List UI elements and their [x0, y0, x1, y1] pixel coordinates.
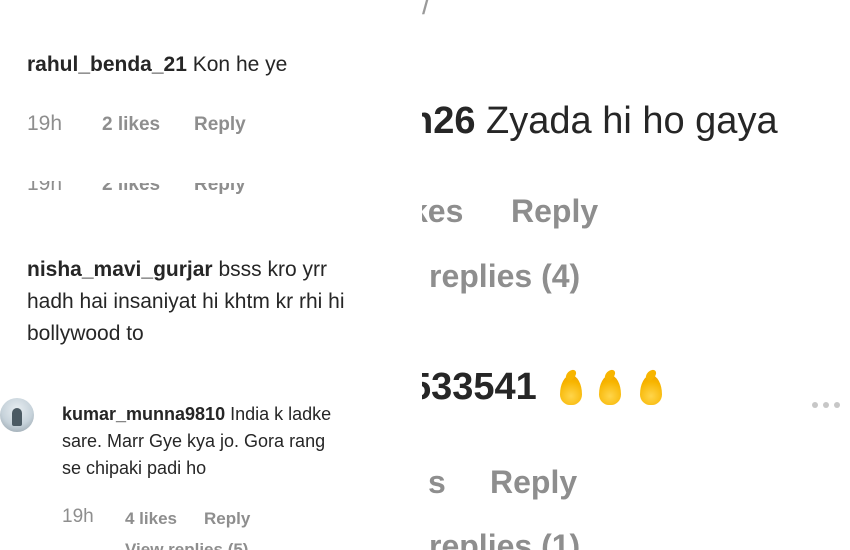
comment-kumar: kumar_munna9810 India k ladke sare. Marr…: [62, 401, 331, 482]
reply-button[interactable]: Reply: [204, 509, 250, 529]
slash-glyph: /: [422, 0, 431, 21]
comment-likes[interactable]: 4 likes: [125, 509, 177, 529]
comment-text-line1: bsss kro yrr: [218, 258, 327, 281]
cutoff-time: 19h: [27, 172, 63, 195]
fire-emoji-icon: [640, 375, 662, 405]
more-options-icon[interactable]: [812, 402, 840, 408]
comment-username[interactable]: nisha_mavi_gurjar: [27, 258, 213, 281]
comment-time: 19h: [27, 112, 63, 135]
comment-username-fragment[interactable]: 533541: [422, 366, 537, 408]
right-comments-panel: / n26 Zyada hi ho gaya kes Reply replies…: [422, 0, 850, 550]
view-replies-link[interactable]: replies (1): [429, 528, 580, 550]
comment-text-line2: hadh hai insaniyat hi khtm kr rhi hi: [27, 290, 345, 313]
avatar[interactable]: [0, 398, 34, 432]
reply-fragment: s: [428, 464, 446, 500]
comment-likes[interactable]: 2 likes: [102, 114, 160, 136]
view-replies-link[interactable]: replies (4): [429, 258, 580, 295]
cutoff-reply: Reply: [194, 174, 246, 195]
fire-emoji-icon: [599, 375, 621, 405]
comment-text: Zyada hi ho gaya: [486, 100, 778, 142]
reply-button[interactable]: Reply: [194, 114, 246, 136]
comment-rahul: rahul_benda_21 Kon he ye: [27, 53, 287, 77]
left-comments-panel: rahul_benda_21 Kon he ye 19h 2 likes Rep…: [0, 0, 422, 550]
comment-zyada: n26 Zyada hi ho gaya: [422, 100, 778, 143]
comment-text-line3: bollywood to: [27, 322, 144, 345]
comment-text: Kon he ye: [192, 53, 288, 76]
comment-text-line2: sare. Marr Gye kya jo. Gora rang: [62, 431, 326, 451]
comment-username[interactable]: kumar_munna9810: [62, 404, 225, 424]
comment-flames: 533541: [422, 366, 537, 409]
reply-button[interactable]: Reply: [490, 464, 577, 501]
comment-username-fragment[interactable]: n26: [422, 100, 475, 142]
reply-button[interactable]: Reply: [511, 193, 598, 230]
comment-nisha: nisha_mavi_gurjar bsss kro yrr hadh hai …: [27, 254, 345, 350]
likes-fragment: kes: [422, 193, 464, 229]
view-replies-link[interactable]: View replies (5): [125, 540, 248, 550]
comment-text-line3: se chipaki padi ho: [62, 458, 207, 478]
comment-time: 19h: [62, 506, 94, 527]
comment-username[interactable]: rahul_benda_21: [27, 53, 187, 76]
comment-text-line1: India k ladke: [230, 404, 332, 424]
cutoff-likes: 2 likes: [102, 174, 161, 195]
fire-emoji-icon: [560, 375, 582, 405]
